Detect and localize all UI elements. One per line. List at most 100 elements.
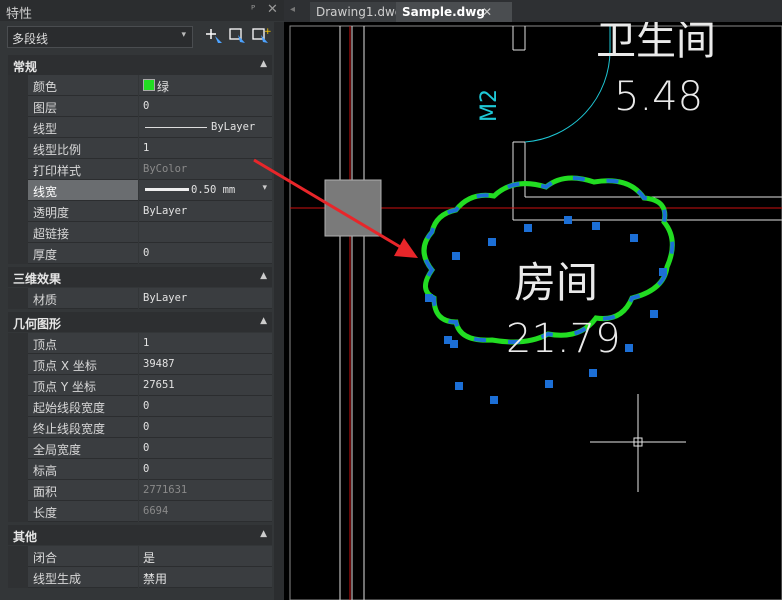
prop-row-plot-style[interactable]: 打印样式 ByColor	[8, 159, 272, 180]
column-block	[324, 179, 382, 237]
prop-value: 0	[143, 100, 150, 112]
prop-row-hyperlink[interactable]: 超链接	[8, 222, 272, 243]
file-tab-bar: ◂ Drawing1.dwg Sample.dwg ✕	[284, 0, 782, 22]
lineweight-preview	[145, 188, 189, 191]
prop-key: 线型生成	[33, 572, 82, 586]
chevron-down-icon[interactable]: ▾	[262, 183, 267, 193]
prop-key: 材质	[33, 293, 58, 307]
close-icon[interactable]: ✕	[267, 2, 278, 17]
prop-value: 绿	[157, 80, 170, 94]
prop-row-start-width[interactable]: 起始线段宽度 0	[8, 396, 272, 417]
section-3d[interactable]: 三维效果 ▲	[8, 267, 272, 287]
object-type-value: 多段线	[12, 32, 49, 46]
collapse-icon: ▲	[260, 59, 267, 69]
room-area: 21.79	[506, 316, 621, 362]
quick-select-icon[interactable]	[205, 26, 225, 46]
prop-key: 起始线段宽度	[33, 401, 106, 415]
prop-value: 0	[143, 442, 150, 454]
prop-value: 0	[143, 463, 150, 475]
section-geometry-label: 几何图形	[13, 317, 62, 331]
prop-row-material[interactable]: 材质 ByLayer	[8, 288, 272, 309]
prop-row-layer[interactable]: 图层 0	[8, 96, 272, 117]
room-name: 房间	[514, 258, 598, 307]
panel-scrollbar[interactable]	[274, 22, 284, 600]
svg-text:+: +	[264, 27, 271, 37]
drawing-canvas[interactable]: M2 卫生间 5.48 房间 21.79	[284, 22, 782, 600]
tab-label: Sample.dwg	[402, 5, 485, 19]
scroll-left-icon[interactable]: ◂	[290, 4, 295, 15]
prop-row-area[interactable]: 面积 2771631	[8, 480, 272, 501]
prop-value: ByLayer	[211, 121, 256, 133]
section-geometry[interactable]: 几何图形 ▲	[8, 312, 272, 332]
collapse-icon: ▲	[260, 316, 267, 326]
prop-value: 0	[143, 421, 150, 433]
upper-room-name: 卫生间	[596, 22, 716, 64]
prop-row-global-width[interactable]: 全局宽度 0	[8, 438, 272, 459]
prop-row-end-width[interactable]: 终止线段宽度 0	[8, 417, 272, 438]
prop-key: 线型	[33, 122, 58, 136]
close-icon[interactable]: ✕	[482, 5, 492, 19]
prop-value: 0	[143, 247, 150, 259]
grip-points	[425, 216, 667, 404]
prop-row-linetype-gen[interactable]: 线型生成 禁用	[8, 567, 272, 588]
prop-value: ByLayer	[143, 292, 188, 304]
tab-label: Drawing1.dwg	[316, 5, 403, 19]
prop-key: 线型比例	[33, 143, 82, 157]
prop-value: 0	[143, 400, 150, 412]
prop-value: 是	[143, 551, 156, 565]
prop-key: 透明度	[33, 206, 70, 220]
prop-key: 长度	[33, 506, 58, 520]
prop-key: 面积	[33, 485, 58, 499]
upper-room-area: 5.48	[614, 74, 703, 120]
prop-key: 线宽	[33, 185, 58, 199]
prop-row-closed[interactable]: 闭合 是	[8, 546, 272, 567]
prop-value: ByColor	[143, 163, 188, 175]
pin-icon[interactable]: ᴾ	[251, 3, 255, 16]
prop-row-elevation[interactable]: 标高 0	[8, 459, 272, 480]
prop-value: 2771631	[143, 484, 188, 496]
prop-key: 超链接	[33, 227, 70, 241]
object-type-select[interactable]: 多段线 ▾	[7, 26, 193, 48]
toggle-pickadd-icon[interactable]: +	[251, 26, 271, 46]
prop-row-length[interactable]: 长度 6694	[8, 501, 272, 522]
prop-row-lineweight[interactable]: 线宽 0.50 mm ▾	[8, 180, 272, 201]
prop-key: 闭合	[33, 551, 58, 565]
linetype-preview	[145, 127, 207, 128]
prop-key: 全局宽度	[33, 443, 82, 457]
prop-value: 6694	[143, 505, 169, 517]
select-objects-icon[interactable]	[228, 26, 248, 46]
prop-row-vertex-x[interactable]: 顶点 X 坐标 39487	[8, 354, 272, 375]
prop-row-linetype-scale[interactable]: 线型比例 1	[8, 138, 272, 159]
color-swatch	[143, 79, 155, 91]
section-general[interactable]: 常规 ▲	[8, 55, 272, 75]
prop-row-linetype[interactable]: 线型 ByLayer	[8, 117, 272, 138]
prop-key: 顶点	[33, 338, 58, 352]
prop-value: 0.50 mm	[191, 184, 236, 196]
prop-key: 顶点 X 坐标	[33, 359, 97, 373]
prop-key: 终止线段宽度	[33, 422, 106, 436]
prop-key: 图层	[33, 101, 58, 115]
door-label: M2	[477, 89, 502, 122]
tab-drawing1[interactable]: Drawing1.dwg	[310, 2, 406, 22]
prop-row-vertex-y[interactable]: 顶点 Y 坐标 27651	[8, 375, 272, 396]
panel-title-bar: 特性 ᴾ ✕	[0, 0, 284, 22]
collapse-icon: ▲	[260, 271, 267, 281]
prop-key: 标高	[33, 464, 58, 478]
prop-row-vertex[interactable]: 顶点 1	[8, 333, 272, 354]
panel-title: 特性	[6, 7, 33, 22]
prop-row-thickness[interactable]: 厚度 0	[8, 243, 272, 264]
prop-row-transparency[interactable]: 透明度 ByLayer	[8, 201, 272, 222]
prop-key: 顶点 Y 坐标	[33, 380, 96, 394]
section-misc-label: 其他	[13, 530, 38, 544]
prop-key: 颜色	[33, 80, 58, 94]
prop-value: 1	[143, 337, 150, 349]
prop-row-color[interactable]: 颜色 绿	[8, 75, 272, 96]
tab-sample[interactable]: Sample.dwg ✕	[396, 2, 512, 22]
prop-value: ByLayer	[143, 205, 188, 217]
properties-panel: 特性 ᴾ ✕ 多段线 ▾ + 常规 ▲ 颜色 绿 图层 0 线型 ByLayer	[0, 0, 284, 600]
section-misc[interactable]: 其他 ▲	[8, 525, 272, 545]
prop-key: 厚度	[33, 248, 58, 262]
section-general-label: 常规	[13, 60, 38, 74]
section-3d-label: 三维效果	[13, 272, 62, 286]
prop-key: 打印样式	[33, 164, 82, 178]
